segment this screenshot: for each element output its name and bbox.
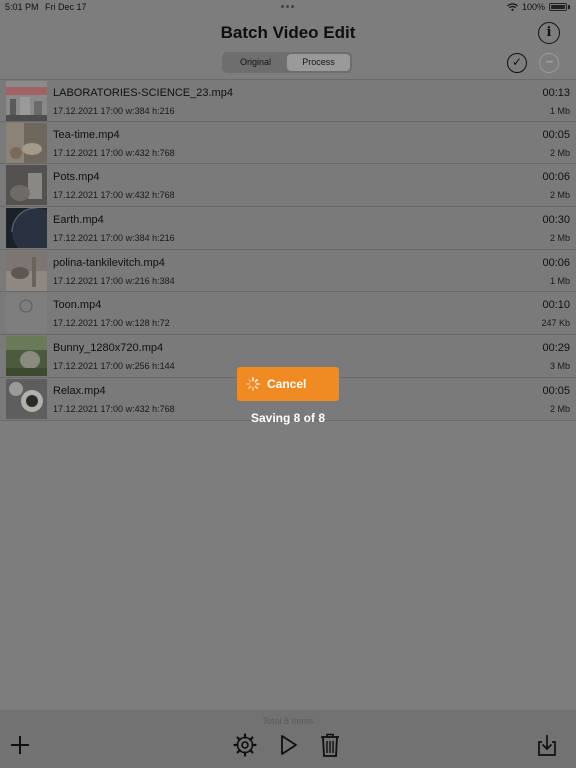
video-meta: 17.12.2021 17:00 w:432 h:768 xyxy=(53,190,175,201)
video-duration: 00:30 xyxy=(542,214,570,227)
video-size: 2 Mb xyxy=(549,233,570,244)
video-name: Earth.mp4 xyxy=(53,214,104,227)
wifi-icon xyxy=(507,3,518,11)
video-duration: 00:10 xyxy=(542,299,570,312)
list-item[interactable]: Tea-time.mp4 17.12.2021 17:00 w:432 h:76… xyxy=(0,121,576,165)
video-duration: 00:06 xyxy=(542,256,570,269)
spinner-icon xyxy=(246,377,260,391)
play-icon[interactable] xyxy=(279,734,299,756)
info-icon[interactable]: i xyxy=(538,22,560,44)
checkmark-circle-icon[interactable]: ✓ xyxy=(507,53,527,73)
video-duration: 00:06 xyxy=(542,171,570,184)
video-duration: 00:05 xyxy=(542,384,570,397)
list-item[interactable]: Toon.mp4 17.12.2021 17:00 w:128 h:72 00:… xyxy=(0,292,576,336)
video-meta: 17.12.2021 17:00 w:256 h:144 xyxy=(53,361,175,372)
video-name: Pots.mp4 xyxy=(53,171,100,184)
video-meta: 17.12.2021 17:00 w:432 h:768 xyxy=(53,147,175,158)
gear-icon[interactable] xyxy=(233,733,257,757)
total-items: Total 8 Items xyxy=(262,716,314,726)
video-size: 247 Kb xyxy=(541,318,570,329)
video-meta: 17.12.2021 17:00 w:384 h:216 xyxy=(53,233,175,244)
video-name: Toon.mp4 xyxy=(53,299,102,312)
video-duration: 00:13 xyxy=(542,87,570,99)
cancel-label: Cancel xyxy=(267,377,307,391)
view-mode-segmented-control[interactable]: Original Process xyxy=(222,52,352,73)
video-meta: 17.12.2021 17:00 w:384 h:216 xyxy=(53,106,175,116)
download-icon[interactable] xyxy=(536,733,558,757)
video-name: LABORATORIES-SCIENCE_23.mp4 xyxy=(53,87,233,99)
video-size: 2 Mb xyxy=(549,147,570,158)
plus-icon[interactable] xyxy=(10,735,30,755)
list-item[interactable]: Earth.mp4 17.12.2021 17:00 w:384 h:216 0… xyxy=(0,207,576,250)
ellipsis-circle-icon[interactable]: ••• xyxy=(539,53,559,73)
list-item[interactable]: LABORATORIES-SCIENCE_23.mp4 17.12.2021 1… xyxy=(0,79,576,122)
video-thumbnail xyxy=(6,165,47,206)
video-size: 1 Mb xyxy=(549,106,570,116)
video-duration: 00:05 xyxy=(542,128,570,141)
video-size: 1 Mb xyxy=(549,275,570,286)
video-thumbnail xyxy=(6,336,47,377)
list-item[interactable]: polina-tankilevitch.mp4 17.12.2021 17:00… xyxy=(0,249,576,293)
video-size: 3 Mb xyxy=(549,361,570,372)
video-name: Tea-time.mp4 xyxy=(53,128,120,141)
battery-percent: 100% xyxy=(521,2,545,12)
video-duration: 00:29 xyxy=(542,342,570,355)
cancel-button[interactable]: Cancel xyxy=(237,367,339,401)
list-item[interactable]: Pots.mp4 17.12.2021 17:00 w:432 h:768 00… xyxy=(0,164,576,208)
status-date: Fri Dec 17 xyxy=(45,2,87,12)
status-bar: 5:01 PM Fri Dec 17 100% xyxy=(0,0,576,14)
status-right: 100% xyxy=(507,2,570,12)
segment-original[interactable]: Original xyxy=(224,54,287,71)
video-thumbnail xyxy=(6,208,47,249)
saving-status: Saving 8 of 8 xyxy=(250,411,326,425)
video-thumbnail xyxy=(6,293,47,334)
video-size: 2 Mb xyxy=(549,190,570,201)
video-name: Bunny_1280x720.mp4 xyxy=(53,342,164,355)
video-thumbnail xyxy=(6,250,47,291)
battery-icon xyxy=(549,3,567,11)
video-name: polina-tankilevitch.mp4 xyxy=(53,256,165,269)
status-time: 5:01 PM xyxy=(5,2,39,12)
multitasking-dots-icon[interactable] xyxy=(281,5,294,8)
video-meta: 17.12.2021 17:00 w:216 h:384 xyxy=(53,275,175,286)
video-thumbnail xyxy=(6,81,47,121)
trash-icon[interactable] xyxy=(319,732,341,758)
segment-process[interactable]: Process xyxy=(287,54,350,71)
video-meta: 17.12.2021 17:00 w:128 h:72 xyxy=(53,318,170,329)
video-thumbnail xyxy=(6,122,47,163)
video-name: Relax.mp4 xyxy=(53,384,106,397)
page-title: Batch Video Edit xyxy=(220,23,356,42)
